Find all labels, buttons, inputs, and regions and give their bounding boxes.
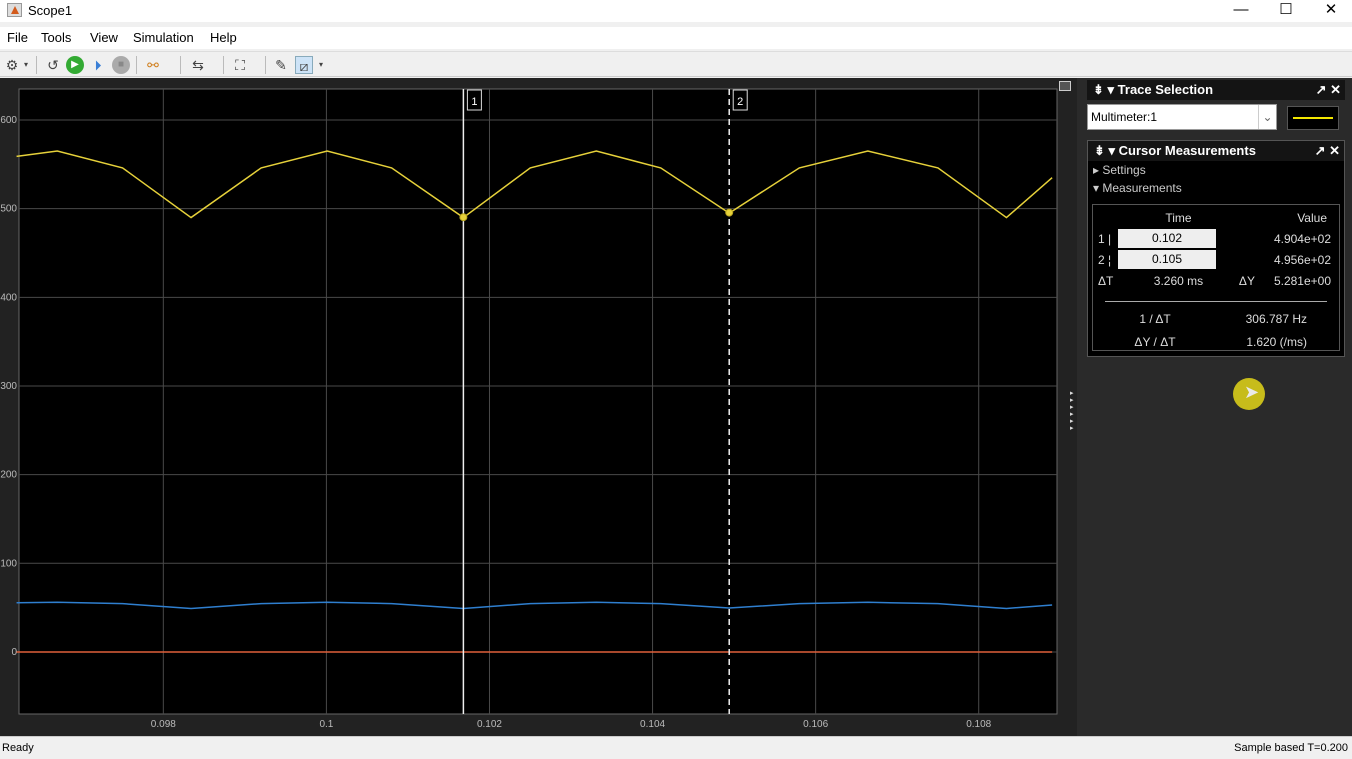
cursor-2-time-input[interactable]: 0.105 [1118, 250, 1216, 269]
cursor-1-marker [459, 213, 468, 222]
triggers-icon[interactable]: ⇆ [189, 56, 207, 74]
maximize-button[interactable]: ☐ [1263, 0, 1309, 22]
slope-label: ΔY / ΔT [1134, 334, 1176, 349]
y-tick-label: 500 [0, 204, 17, 215]
y-tick-label: 300 [0, 381, 17, 392]
inv-dt-label: 1 / ΔT [1139, 311, 1171, 326]
y-tick-label: 0 [11, 647, 17, 658]
pin-icon[interactable]: ⇟ ▾ [1094, 143, 1119, 158]
cursor-marker: | [1108, 231, 1112, 246]
close-button[interactable]: ✕ [1308, 0, 1352, 22]
cursor-row-1: 1 | 0.102 4.904e+02 [1093, 228, 1339, 249]
y-tick-label: 600 [0, 115, 17, 126]
measurements-label: Measurements [1102, 181, 1182, 195]
y-tick-label: 400 [0, 292, 17, 303]
minimize-button[interactable]: — [1218, 0, 1264, 22]
divider [1105, 301, 1327, 302]
scope-plot[interactable]: 0.098 0.1 0.102 0.104 0.106 0.108 0 100 200 300 40… [0, 78, 1085, 736]
cursor-measurements-panel: ⇟ ▾ Cursor Measurements ↗ ✕ ▸ Settings ▾ … [1087, 140, 1345, 357]
divider [223, 56, 224, 74]
status-bar: Ready Sample based T=0.200 [0, 736, 1352, 759]
divider [136, 56, 137, 74]
panel-header: ⇟ ▾ Trace Selection ↗ ✕ [1087, 80, 1345, 100]
window-title: Scope1 [28, 3, 73, 18]
cursor-1-time-input[interactable]: 0.102 [1118, 229, 1216, 248]
trace-select[interactable]: Multimeter:1 ⌄ [1087, 104, 1277, 130]
trace-color-swatch [1287, 106, 1339, 130]
dt-label: ΔT [1098, 273, 1114, 288]
value-header: Value [1297, 210, 1327, 225]
dy-value: 5.281e+00 [1273, 273, 1331, 288]
dt-value: 3.260 ms [1153, 273, 1204, 288]
chevron-down-icon[interactable]: ⌄ [1258, 105, 1276, 129]
measurements-table: Time Value 1 | 0.102 4.904e+02 2 ¦ 0.105 4.95… [1092, 204, 1340, 351]
stop-icon[interactable]: ■ [112, 56, 130, 74]
trace-selection-panel: ⇟ ▾ Trace Selection ↗ ✕ Multimeter:1 ⌄ [1087, 80, 1345, 130]
x-tick-label: 0.1 [319, 719, 333, 730]
toolbar: ⚙ ▾ ↺ ▶ ⏵ ■ ⚯ ⇆ ⛶ ✎ ⧄ ▾ [0, 51, 1352, 77]
cursor-2-label: 2 [737, 96, 743, 108]
sample-info: Sample based T=0.200 [1234, 742, 1348, 754]
right-panel: ⇟ ▾ Trace Selection ↗ ✕ Multimeter:1 ⌄ ⇟ ▾… [1077, 78, 1352, 736]
divider [265, 56, 266, 74]
mouse-cursor-highlight: ➤ [1233, 378, 1265, 410]
divider [180, 56, 181, 74]
panel-splitter-handle[interactable]: ▸ ▸ ▸ ▸ ▸ ▸ [1070, 390, 1074, 432]
x-tick-label: 0.106 [803, 719, 828, 730]
divider [36, 56, 37, 74]
trace-select-value: Multimeter:1 [1091, 110, 1158, 124]
axes-background [18, 88, 1058, 715]
title-bar: Scope1 — ☐ ✕ [0, 0, 1352, 22]
y-tick-label: 100 [0, 558, 17, 569]
scope-display: 0.098 0.1 0.102 0.104 0.106 0.108 0 100 200 300 40… [0, 78, 1085, 736]
bring-to-front-icon[interactable]: ✎ [272, 56, 290, 74]
cursor-row-2: 2 ¦ 0.105 4.956e+02 [1093, 249, 1339, 270]
y-tick-label: 200 [0, 470, 17, 481]
pin-icon[interactable]: ⇟ ▾ [1093, 82, 1118, 97]
close-panel-icon[interactable]: ↗ ✕ [1315, 141, 1344, 161]
x-tick-label: 0.098 [151, 719, 176, 730]
settings-label: Settings [1102, 163, 1146, 177]
x-tick-label: 0.108 [966, 719, 991, 730]
measurements-section[interactable]: ▾ Measurements [1088, 179, 1344, 197]
cursor-id: 1 [1098, 231, 1105, 246]
undock-icon[interactable] [1059, 81, 1071, 91]
menu-tools[interactable]: Tools [41, 30, 71, 45]
cursor-marker: ¦ [1108, 252, 1112, 267]
zoom-icon[interactable]: ⛶ [231, 56, 249, 74]
menu-help[interactable]: Help [210, 30, 237, 45]
slope-value: 1.620 (/ms) [1246, 334, 1307, 349]
dy-label: ΔY [1238, 273, 1255, 288]
menu-file[interactable]: File [7, 30, 28, 45]
status-text: Ready [2, 742, 34, 754]
cursor-2-marker [725, 208, 734, 217]
cursor-measurements-icon[interactable]: ⧄ [295, 56, 313, 74]
pointer-icon: ➤ [1244, 382, 1260, 402]
chevron-down-icon[interactable]: ▾ [21, 56, 31, 74]
settings-icon[interactable]: ⚙ [3, 56, 21, 74]
panel-title: Trace Selection [1117, 82, 1214, 97]
cursor-1-label: 1 [471, 96, 477, 108]
x-tick-label: 0.104 [640, 719, 665, 730]
close-panel-icon[interactable]: ↗ ✕ [1316, 80, 1345, 100]
menu-view[interactable]: View [90, 30, 118, 45]
cursor-1-value: 4.904e+02 [1273, 231, 1331, 246]
panel-title: Cursor Measurements [1118, 143, 1256, 158]
cursor-2-value: 4.956e+02 [1273, 252, 1331, 267]
cursor-id: 2 [1098, 252, 1105, 267]
chevron-down-icon[interactable]: ▾ [316, 56, 326, 74]
matlab-icon [7, 3, 22, 17]
time-header: Time [1165, 210, 1192, 225]
run-icon[interactable]: ▶ [66, 56, 84, 74]
menu-simulation[interactable]: Simulation [133, 30, 194, 45]
settings-section[interactable]: ▸ Settings [1088, 161, 1344, 179]
x-tick-label: 0.102 [477, 719, 502, 730]
highlight-block-icon[interactable]: ⚯ [144, 56, 162, 74]
inv-dt-value: 306.787 Hz [1245, 311, 1307, 326]
step-forward-icon[interactable]: ⏵ [89, 56, 107, 74]
panel-header: ⇟ ▾ Cursor Measurements ↗ ✕ [1088, 141, 1344, 161]
restore-sim-icon[interactable]: ↺ [44, 56, 62, 74]
menu-bar: File Tools View Simulation Help [0, 27, 1352, 49]
